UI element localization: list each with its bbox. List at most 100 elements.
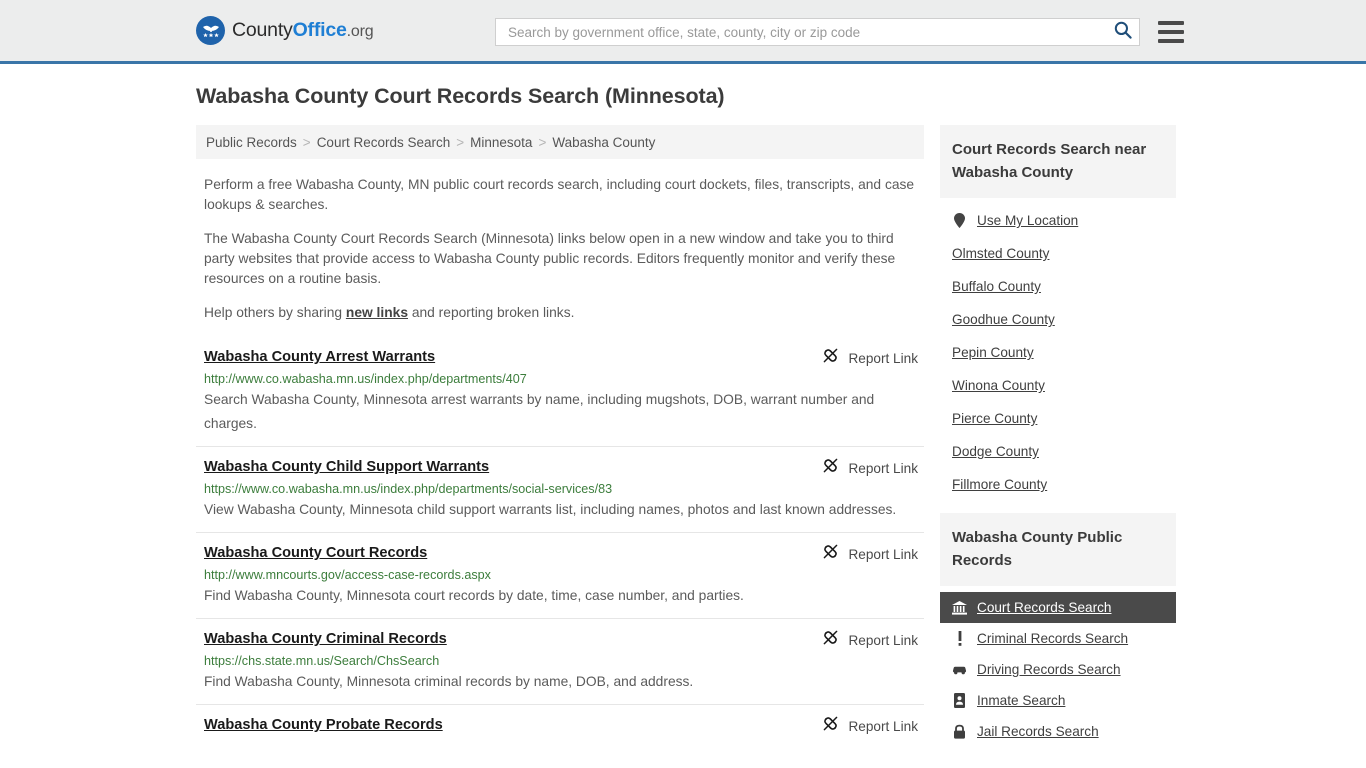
- courthouse-icon: [952, 600, 967, 615]
- breadcrumb-separator: >: [538, 134, 547, 150]
- content-columns: Public Records > Court Records Search > …: [196, 125, 1366, 759]
- result-description: Find Wabasha County, Minnesota court rec…: [204, 588, 744, 603]
- sidebar-item-pepin-county[interactable]: Pepin County: [940, 336, 1176, 369]
- search-icon[interactable]: [1113, 20, 1133, 45]
- sidebar-item-label: Court Records Search: [977, 600, 1112, 615]
- map-pin-icon: [952, 213, 967, 228]
- sidebar-item-label: Dodge County: [952, 444, 1039, 459]
- sidebar-item-pierce-county[interactable]: Pierce County: [940, 402, 1176, 435]
- sidebar-item-label: Fillmore County: [952, 477, 1048, 492]
- breadcrumb-item-minnesota[interactable]: Minnesota: [470, 135, 532, 150]
- sidebar-item-label: Jail Records Search: [977, 724, 1099, 739]
- list-item: Wabasha County Probate Records Report Li…: [196, 704, 924, 744]
- site-logo[interactable]: CountyOffice.org: [196, 16, 374, 45]
- intro-paragraph-1: Perform a free Wabasha County, MN public…: [204, 177, 915, 212]
- sidebar-item-label: Use My Location: [977, 213, 1079, 228]
- report-link-button[interactable]: Report Link: [822, 543, 918, 565]
- report-link-button[interactable]: Report Link: [822, 347, 918, 369]
- result-description: Search Wabasha County, Minnesota arrest …: [204, 392, 875, 431]
- sidebar-item-winona-county[interactable]: Winona County: [940, 369, 1176, 402]
- sidebar-item-label: Driving Records Search: [977, 662, 1121, 677]
- report-link-label: Report Link: [848, 632, 918, 648]
- sidebar-item-goodhue-county[interactable]: Goodhue County: [940, 303, 1176, 336]
- intro-paragraph-3: Help others by sharing new links and rep…: [204, 303, 916, 323]
- logo-text-office: Office: [292, 19, 347, 41]
- sidebar-item-label: Pepin County: [952, 345, 1034, 360]
- hamburger-bar: [1158, 30, 1184, 34]
- list-item: Wabasha County Arrest Warrants http://ww…: [196, 337, 924, 446]
- breadcrumb-item-wabasha-county[interactable]: Wabasha County: [552, 135, 655, 150]
- hamburger-menu-icon[interactable]: [1158, 21, 1184, 43]
- sidebar-item-label: Inmate Search: [977, 693, 1066, 708]
- list-item: Wabasha County Court Records http://www.…: [196, 532, 924, 618]
- intro-paragraph-3-pre: Help others by sharing: [204, 305, 346, 320]
- logo-text-county: County: [232, 19, 293, 41]
- sidebar-item-dodge-county[interactable]: Dodge County: [940, 435, 1176, 468]
- result-title-link[interactable]: Wabasha County Child Support Warrants: [204, 459, 489, 475]
- breadcrumb-item-public-records[interactable]: Public Records: [206, 135, 297, 150]
- result-title-link[interactable]: Wabasha County Probate Records: [204, 717, 443, 733]
- intro-paragraph-3-post: and reporting broken links.: [408, 305, 575, 320]
- sidebar-item-label: Buffalo County: [952, 279, 1041, 294]
- result-url: https://chs.state.mn.us/Search/ChsSearch: [204, 654, 440, 668]
- list-item: Wabasha County Child Support Warrants ht…: [196, 446, 924, 532]
- broken-link-icon: [822, 347, 839, 369]
- breadcrumb-item-court-records-search[interactable]: Court Records Search: [317, 135, 451, 150]
- nearby-county-list: Use My Location Olmsted County Buffalo C…: [940, 198, 1176, 501]
- result-description: View Wabasha County, Minnesota child sup…: [204, 502, 897, 517]
- result-url: http://www.mncourts.gov/access-case-reco…: [204, 568, 491, 582]
- nearby-panel: Court Records Search near Wabasha County…: [940, 125, 1176, 501]
- sidebar: Court Records Search near Wabasha County…: [940, 125, 1176, 759]
- nearby-panel-heading: Court Records Search near Wabasha County: [940, 125, 1176, 198]
- broken-link-icon: [822, 629, 839, 651]
- intro-text: Perform a free Wabasha County, MN public…: [196, 175, 924, 323]
- public-records-list: Court Records Search Criminal Records Se…: [940, 586, 1176, 747]
- report-link-label: Report Link: [848, 350, 918, 366]
- broken-link-icon: [822, 715, 839, 737]
- report-link-button[interactable]: Report Link: [822, 629, 918, 651]
- logo-text: CountyOffice.org: [232, 19, 374, 42]
- sidebar-item-jail-records-search[interactable]: Jail Records Search: [940, 716, 1176, 747]
- report-link-button[interactable]: Report Link: [822, 457, 918, 479]
- result-title-link[interactable]: Wabasha County Arrest Warrants: [204, 349, 435, 365]
- result-title-link[interactable]: Wabasha County Court Records: [204, 545, 427, 561]
- report-link-button[interactable]: Report Link: [822, 715, 918, 737]
- sidebar-item-label: Olmsted County: [952, 246, 1050, 261]
- sidebar-item-court-records-search[interactable]: Court Records Search: [940, 592, 1176, 623]
- breadcrumb-separator: >: [302, 134, 311, 150]
- car-icon: [952, 664, 967, 675]
- main-column: Public Records > Court Records Search > …: [196, 125, 924, 744]
- sidebar-item-olmsted-county[interactable]: Olmsted County: [940, 237, 1176, 270]
- sidebar-item-buffalo-county[interactable]: Buffalo County: [940, 270, 1176, 303]
- breadcrumb-separator: >: [456, 134, 465, 150]
- search-input[interactable]: [506, 23, 1113, 41]
- logo-text-org: .org: [346, 23, 374, 40]
- breadcrumb: Public Records > Court Records Search > …: [196, 125, 924, 159]
- search-box[interactable]: [495, 18, 1140, 46]
- site-header: CountyOffice.org: [0, 0, 1366, 64]
- hamburger-bar: [1158, 39, 1184, 43]
- results-list: Wabasha County Arrest Warrants http://ww…: [196, 337, 924, 744]
- result-title-link[interactable]: Wabasha County Criminal Records: [204, 631, 447, 647]
- sidebar-item-inmate-search[interactable]: Inmate Search: [940, 685, 1176, 716]
- sidebar-item-driving-records-search[interactable]: Driving Records Search: [940, 654, 1176, 685]
- public-records-panel-heading: Wabasha County Public Records: [940, 513, 1176, 586]
- eagle-shield-icon: [196, 16, 225, 45]
- sidebar-item-use-my-location[interactable]: Use My Location: [940, 204, 1176, 237]
- report-link-label: Report Link: [848, 718, 918, 734]
- sidebar-item-label: Pierce County: [952, 411, 1038, 426]
- public-records-panel: Wabasha County Public Records Court Reco…: [940, 513, 1176, 747]
- result-description: Find Wabasha County, Minnesota criminal …: [204, 674, 694, 689]
- sidebar-item-fillmore-county[interactable]: Fillmore County: [940, 468, 1176, 501]
- page-body: Wabasha County Court Records Search (Min…: [0, 64, 1366, 759]
- sidebar-item-label: Goodhue County: [952, 312, 1055, 327]
- header-search-area: [495, 18, 1184, 46]
- report-link-label: Report Link: [848, 460, 918, 476]
- result-url: https://www.co.wabasha.mn.us/index.php/d…: [204, 482, 613, 496]
- lock-icon: [952, 724, 967, 739]
- sidebar-item-label: Criminal Records Search: [977, 631, 1129, 646]
- new-links-link[interactable]: new links: [346, 305, 408, 320]
- sidebar-item-criminal-records-search[interactable]: Criminal Records Search: [940, 623, 1176, 654]
- broken-link-icon: [822, 543, 839, 565]
- report-link-label: Report Link: [848, 546, 918, 562]
